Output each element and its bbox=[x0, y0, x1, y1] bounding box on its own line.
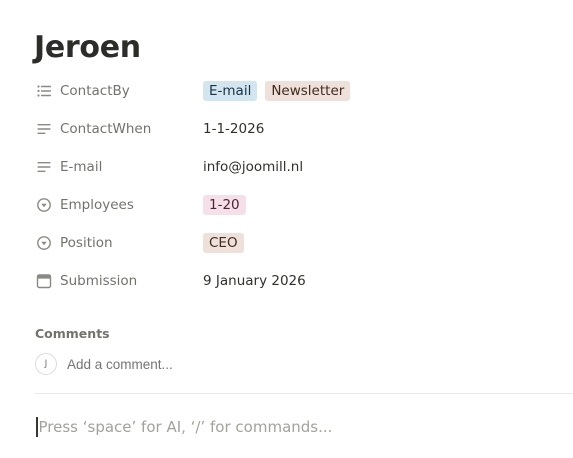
property-row-employees: Employees 1-20 bbox=[34, 186, 554, 224]
property-value-contactwhen[interactable]: 1-1-2026 bbox=[203, 121, 264, 137]
property-name-position[interactable]: Position bbox=[34, 228, 203, 258]
tag-email[interactable]: E-mail bbox=[203, 81, 258, 101]
property-value-position[interactable]: CEO bbox=[203, 233, 244, 253]
tag-position[interactable]: CEO bbox=[203, 233, 244, 253]
page-title[interactable]: Jeroen bbox=[34, 28, 141, 68]
property-label: E-mail bbox=[60, 159, 103, 175]
property-row-position: Position CEO bbox=[34, 224, 554, 262]
property-row-contactby: ContactBy E-mail Newsletter bbox=[34, 72, 554, 110]
text-cursor bbox=[36, 417, 38, 437]
property-value-employees[interactable]: 1-20 bbox=[203, 195, 246, 215]
list-icon bbox=[35, 82, 53, 100]
text-lines-icon bbox=[35, 158, 53, 176]
page: Jeroen ContactBy E-mail Newsletter Conta… bbox=[0, 0, 573, 458]
calendar-icon bbox=[35, 272, 53, 290]
property-row-submission: Submission 9 January 2026 bbox=[34, 262, 554, 300]
select-icon bbox=[35, 196, 53, 214]
property-label: Submission bbox=[60, 273, 138, 289]
property-value-submission[interactable]: 9 January 2026 bbox=[203, 273, 306, 289]
select-icon bbox=[35, 234, 53, 252]
property-row-contactwhen: ContactWhen 1-1-2026 bbox=[34, 110, 554, 148]
property-name-employees[interactable]: Employees bbox=[34, 190, 203, 220]
property-label: ContactBy bbox=[60, 83, 130, 99]
property-label: ContactWhen bbox=[60, 121, 152, 137]
property-name-submission[interactable]: Submission bbox=[34, 266, 203, 296]
property-row-email: E-mail info@joomill.nl bbox=[34, 148, 554, 186]
editor-placeholder: Press ‘space’ for AI, ‘/’ for commands..… bbox=[38, 418, 333, 436]
divider bbox=[35, 393, 573, 394]
property-label: Position bbox=[60, 235, 113, 251]
comment-input[interactable] bbox=[67, 356, 244, 372]
property-value-contactby[interactable]: E-mail Newsletter bbox=[203, 81, 351, 101]
property-value-email[interactable]: info@joomill.nl bbox=[203, 159, 303, 175]
text-lines-icon bbox=[35, 120, 53, 138]
property-label: Employees bbox=[60, 197, 134, 213]
comment-composer: J bbox=[35, 353, 244, 375]
property-name-contactby[interactable]: ContactBy bbox=[34, 76, 203, 106]
property-name-contactwhen[interactable]: ContactWhen bbox=[34, 114, 203, 144]
comments-heading: Comments bbox=[35, 326, 110, 341]
properties-list: ContactBy E-mail Newsletter ContactWhen bbox=[34, 72, 554, 300]
tag-employees[interactable]: 1-20 bbox=[203, 195, 246, 215]
page-body-editor[interactable]: Press ‘space’ for AI, ‘/’ for commands..… bbox=[36, 415, 332, 439]
property-name-email[interactable]: E-mail bbox=[34, 152, 203, 182]
avatar: J bbox=[35, 353, 57, 375]
tag-newsletter[interactable]: Newsletter bbox=[265, 81, 351, 101]
